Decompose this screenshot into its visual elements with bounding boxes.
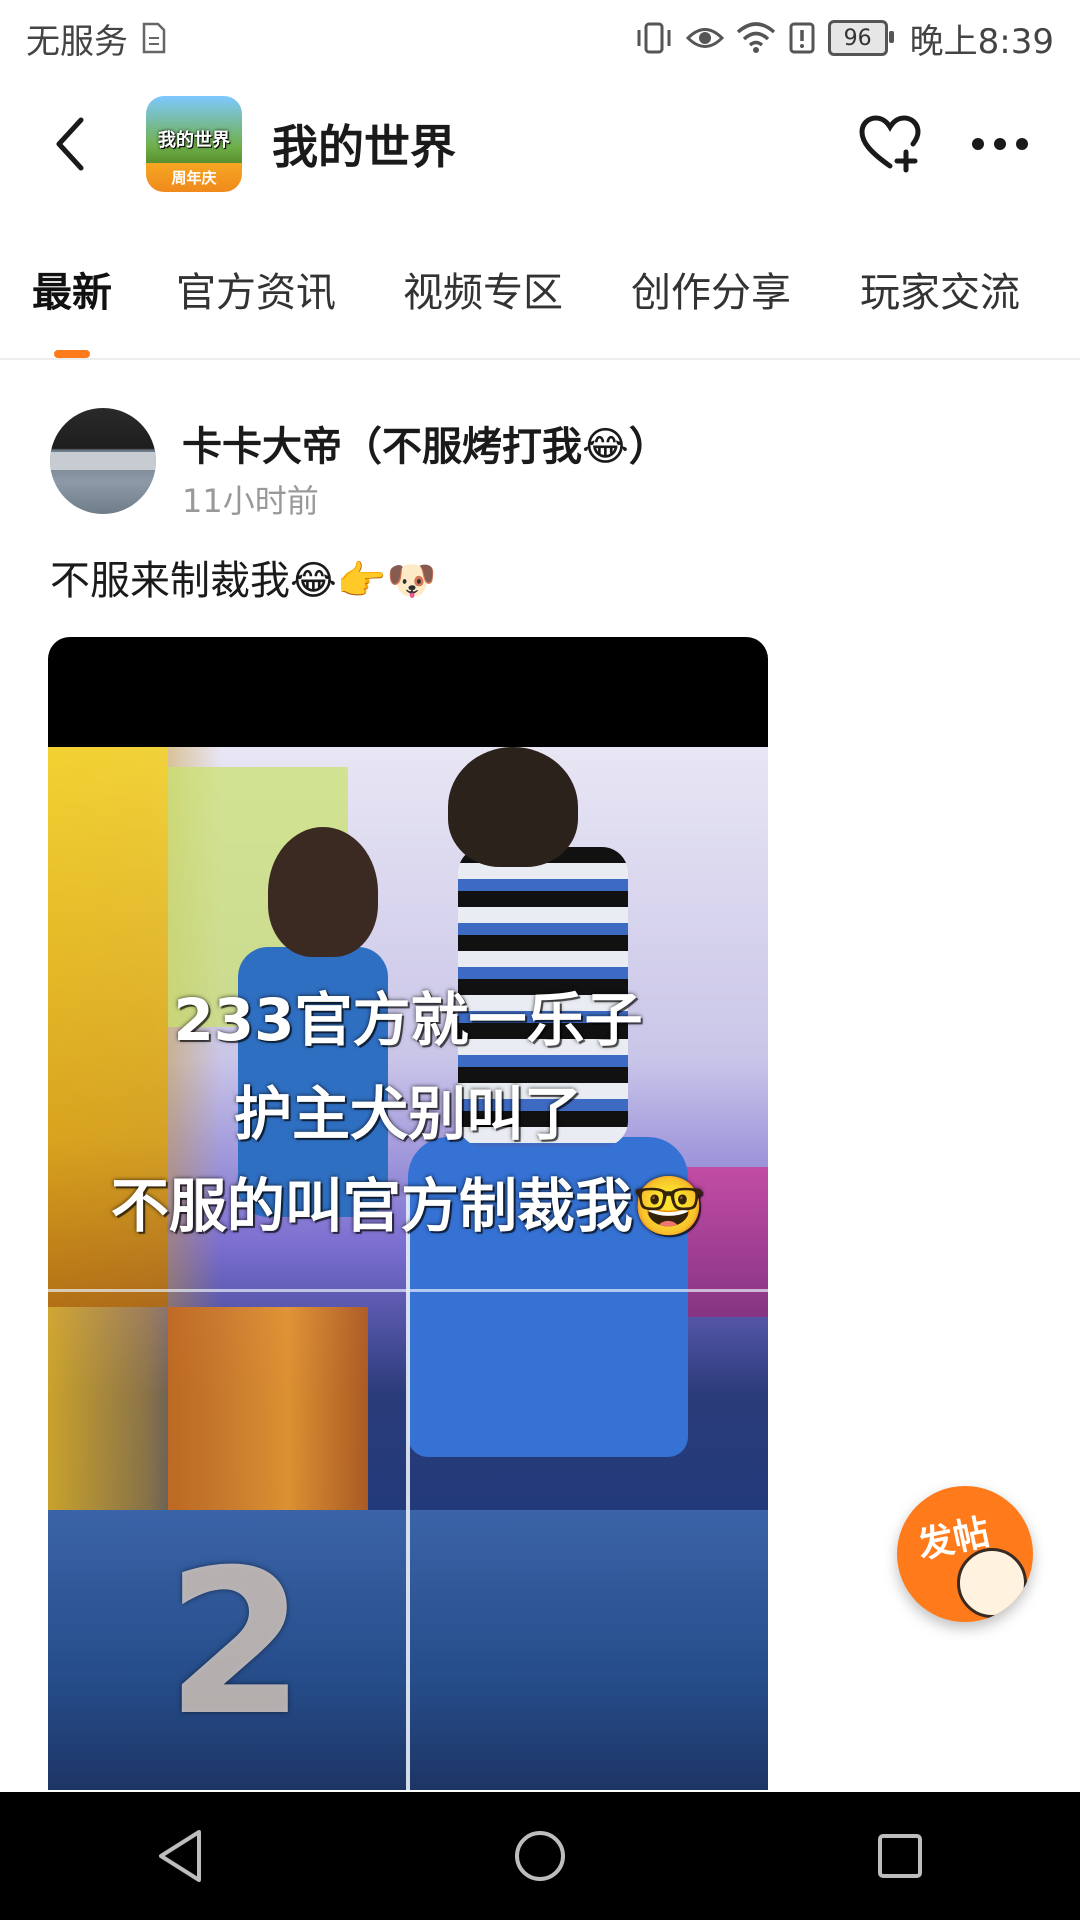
mascot-icon: [957, 1548, 1027, 1618]
post-time: 11小时前: [182, 482, 319, 520]
sim-card-icon: [140, 22, 168, 54]
author-name[interactable]: 卡卡大帝（不服烤打我😂）: [182, 414, 669, 472]
eye-comfort-icon: [685, 23, 724, 53]
status-left: 无服务: [26, 14, 168, 63]
back-button[interactable]: [40, 104, 100, 184]
alert-icon: [788, 21, 816, 55]
image-caption-line-1: 233官方就一乐子: [173, 986, 643, 1054]
tab-official-news[interactable]: 官方资讯: [176, 260, 336, 318]
more-options-button[interactable]: [960, 104, 1040, 184]
image-number-overlay: 2: [166, 1527, 306, 1760]
photo-divider-horizontal: [48, 1289, 768, 1292]
status-bar: 无服务 96 晚上8:39: [0, 0, 1080, 76]
photo-cabinet: [168, 1307, 368, 1527]
image-caption-line-2: 护主犬别叫了: [233, 1080, 582, 1148]
avatar-band: [50, 452, 156, 470]
nav-home-icon: [515, 1831, 565, 1881]
status-right: 96 晚上8:39: [634, 14, 1054, 63]
tab-creative-share[interactable]: 创作分享: [631, 260, 791, 318]
post-header: 卡卡大帝（不服烤打我😂） 11小时前: [50, 408, 1030, 520]
category-tabs: 最新 官方资讯 视频专区 创作分享 玩家交流: [0, 230, 1080, 360]
tab-latest[interactable]: 最新: [32, 260, 112, 318]
photo-figure-left-head: [268, 827, 378, 957]
forum-header: 我的世界 周年庆 我的世界: [0, 82, 1080, 206]
photo-figure-right-head: [448, 747, 578, 867]
clock-text: 晚上8:39: [909, 21, 1054, 62]
follow-button[interactable]: [850, 104, 930, 184]
logo-badge: 周年庆: [171, 169, 217, 187]
active-tab-indicator: [54, 350, 90, 358]
nav-recents-button[interactable]: [840, 1806, 960, 1906]
logo-text: 我的世界: [158, 130, 230, 151]
more-icon: [972, 138, 1028, 150]
create-post-button[interactable]: 发帖: [897, 1486, 1033, 1622]
system-nav-bar: [0, 1792, 1080, 1920]
tab-video-zone[interactable]: 视频专区: [403, 260, 563, 318]
avatar[interactable]: [50, 408, 156, 514]
heart-plus-icon: [859, 115, 921, 173]
carrier-text: 无服务: [26, 21, 128, 62]
nav-back-button[interactable]: [120, 1806, 240, 1906]
back-arrow-icon: [56, 117, 84, 171]
nav-home-button[interactable]: [480, 1806, 600, 1906]
app-logo: 我的世界 周年庆: [146, 96, 242, 192]
tab-player-chat[interactable]: 玩家交流: [860, 260, 1020, 318]
nav-recents-icon: [878, 1834, 922, 1878]
photo-divider-vertical: [406, 1187, 410, 1790]
image-caption-line-3: 不服的叫官方制裁我🤓: [110, 1172, 706, 1240]
screen: 无服务 96 晚上8:39 我的世界 周年庆 我的世界 最新 官方资讯 视频专区…: [0, 0, 1080, 1920]
wifi-icon: [736, 22, 776, 54]
post-image[interactable]: 233官方就一乐子 护主犬别叫了 不服的叫官方制裁我🤓 2: [48, 637, 768, 1790]
page-title: 我的世界: [272, 120, 456, 174]
photo: 233官方就一乐子 护主犬别叫了 不服的叫官方制裁我🤓 2: [48, 747, 768, 1790]
nav-back-icon: [159, 1830, 201, 1882]
post-text[interactable]: 不服来制裁我😂👉🐶: [50, 548, 436, 606]
battery-icon: 96: [827, 20, 894, 56]
vibrate-icon: [634, 21, 674, 55]
